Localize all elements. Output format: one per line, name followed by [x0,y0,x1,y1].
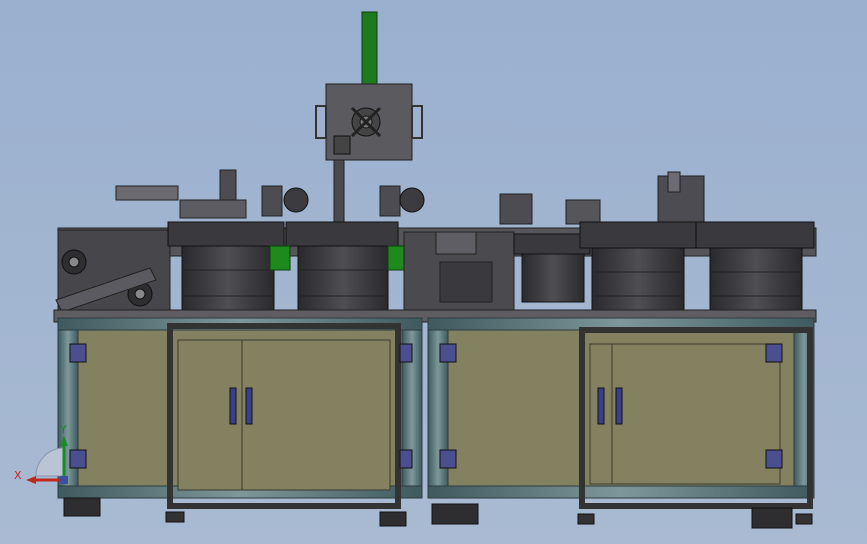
left-door-b[interactable] [241,339,391,491]
right-door-b[interactable] [611,343,781,485]
right-door-handle-2[interactable] [615,387,623,425]
bowl-feeder-5[interactable] [695,221,815,319]
left-cabinet[interactable] [57,317,423,509]
cad-screenshot: X Y [0,0,867,544]
triad-x-label: X [14,469,22,482]
hinge-icon [765,449,783,469]
right-door-handle-1[interactable] [597,387,605,425]
hinge-icon [765,343,783,363]
center-mast [333,159,345,223]
green-part-1 [269,245,291,271]
left-door-handle-1[interactable] [229,387,237,425]
bowl-feeder-2[interactable] [285,221,399,321]
left-door-handle-2[interactable] [245,387,253,425]
bowl-feeder-4[interactable] [579,221,697,319]
hinge-icon [399,343,413,363]
green-cylinder-rod [361,11,378,85]
green-part-2 [387,245,407,271]
triad-y-label: Y [60,423,67,436]
hinge-icon [399,449,413,469]
hinge-icon [69,343,87,363]
bowl-feeder-1[interactable] [167,221,285,321]
bowl-feeder-3[interactable] [513,233,591,303]
hinge-icon [69,449,87,469]
cad-viewport[interactable] [0,0,867,544]
hinge-icon [439,449,457,469]
right-cabinet[interactable] [427,317,815,509]
hinge-icon [439,343,457,363]
center-mechanism[interactable] [403,231,515,313]
left-conveyor-mechanism[interactable] [55,229,171,315]
